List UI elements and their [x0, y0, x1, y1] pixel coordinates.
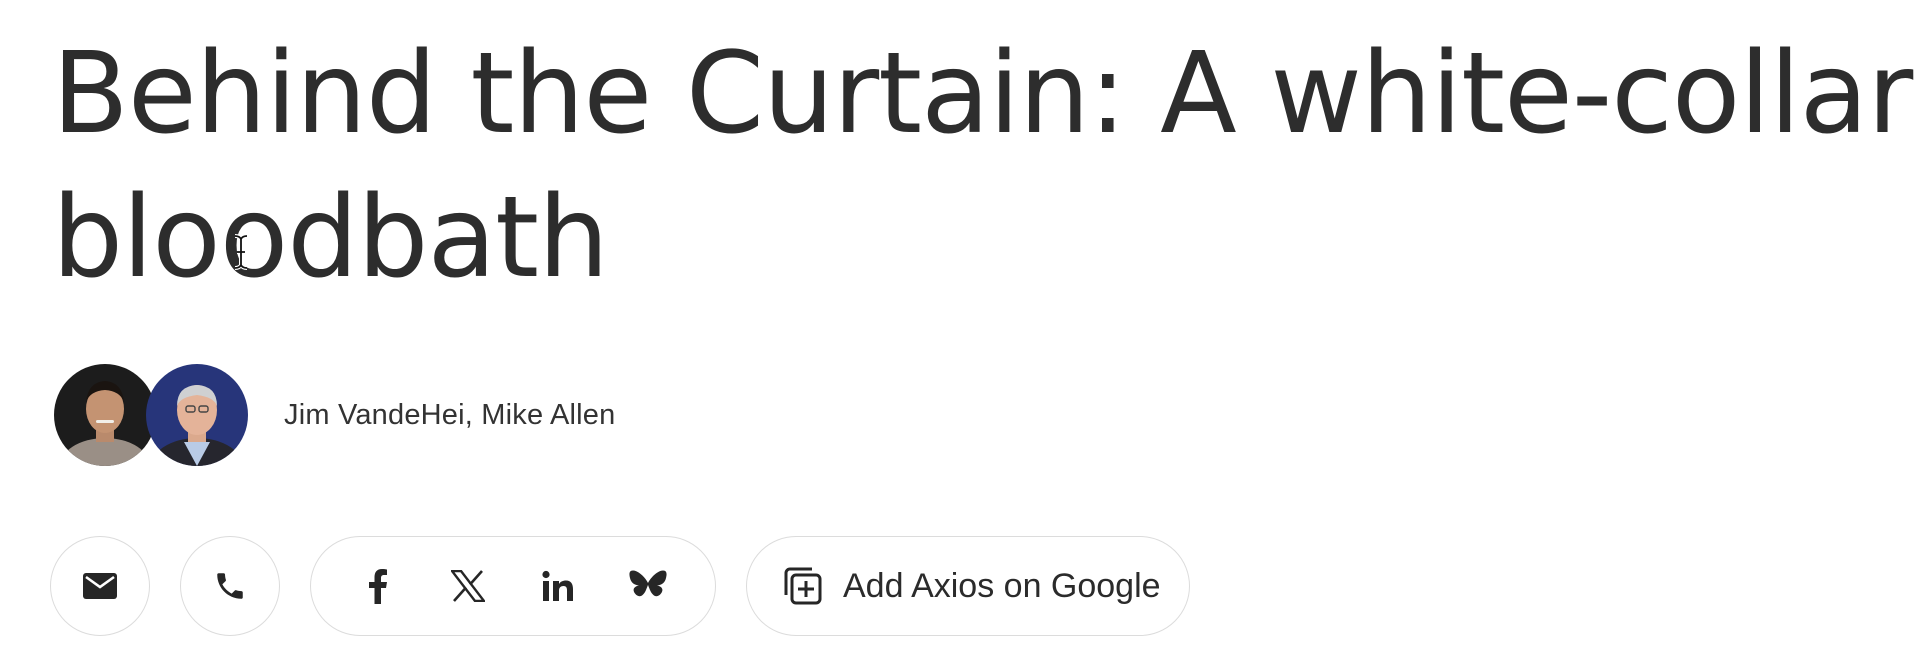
share-email-button[interactable]: [50, 536, 150, 636]
author-names[interactable]: Jim VandeHei, Mike Allen: [284, 399, 615, 432]
article-headline: Behind the Curtain: A white-collar blood…: [52, 29, 1913, 303]
byline: Jim VandeHei, Mike Allen: [54, 364, 615, 466]
linkedin-icon: [542, 570, 573, 601]
share-bar: Add Axios on Google: [50, 536, 1190, 636]
author-avatar-jim-vandehei[interactable]: [54, 364, 156, 466]
share-facebook-button[interactable]: [333, 537, 423, 635]
phone-icon: [217, 573, 243, 599]
add-axios-label: Add Axios on Google: [843, 566, 1161, 605]
email-icon: [83, 573, 117, 599]
author-photo: [54, 364, 156, 466]
add-source-icon: [784, 567, 822, 605]
x-icon: [451, 570, 485, 602]
bluesky-icon: [629, 570, 667, 597]
add-axios-on-google-button[interactable]: Add Axios on Google: [746, 536, 1190, 636]
facebook-icon: [369, 569, 387, 604]
text-cursor-icon: [234, 234, 248, 270]
author-avatar-mike-allen[interactable]: [146, 364, 248, 466]
share-linkedin-button[interactable]: [513, 537, 603, 635]
author-photo: [146, 364, 248, 466]
social-share-group: [310, 536, 716, 636]
share-phone-button[interactable]: [180, 536, 280, 636]
share-x-button[interactable]: [423, 537, 513, 635]
share-bluesky-button[interactable]: [603, 537, 693, 635]
